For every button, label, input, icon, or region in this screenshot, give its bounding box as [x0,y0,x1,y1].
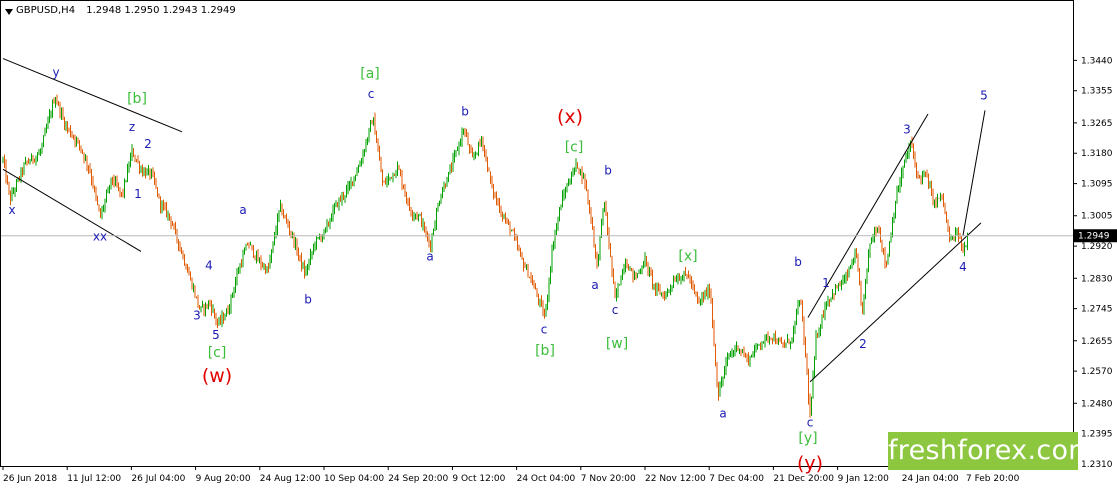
wave-label: [y] [798,431,817,447]
wave-label: a [591,278,598,292]
x-tick-label: 21 Dec 20:00 [773,474,834,484]
x-tick-label: 7 Dec 04:00 [709,474,764,484]
wave-label: c [807,415,814,429]
wave-label: [w] [606,336,628,352]
y-tick-label: 1.3265 [1081,119,1113,129]
wave-label: [b] [535,343,555,359]
x-tick-label: 24 Oct 04:00 [517,474,576,484]
x-tick-label: 9 Aug 20:00 [196,474,251,484]
wave-label: c [541,323,548,337]
wave-label: a [239,203,246,217]
ohlc-values: 1.2948 1.2950 1.2943 1.2949 [86,5,236,16]
wave-label: b [304,292,312,306]
wave-label: 3 [903,123,911,137]
y-tick-label: 1.3095 [1081,180,1113,190]
wave-label: 1 [134,187,142,201]
plot-frame [0,0,1074,467]
x-tick-label: 26 Jun 2018 [3,474,57,484]
wave-label: xx [93,230,107,244]
y-tick-label: 1.3355 [1081,87,1113,97]
y-tick-label: 1.2745 [1081,305,1113,315]
wave-label: 4 [959,260,967,274]
wave-label: (w) [202,365,232,387]
x-tick-label: 24 Aug 12:00 [260,474,321,484]
x-tick-label: 24 Sep 20:00 [388,474,448,484]
symbol-header: GBPUSD,H4 1.2948 1.2950 1.2943 1.2949 [5,5,236,16]
wave-label: y [52,65,59,79]
dropdown-triangle-icon[interactable] [5,9,13,15]
wave-label: b [604,164,612,178]
wave-label: a [719,407,726,421]
x-tick-label: 7 Nov 20:00 [581,474,636,484]
y-tick-label: 1.2920 [1081,242,1113,252]
wave-label: 5 [212,328,220,342]
wave-label: c [368,87,375,101]
last-price-label: 1.2949 [1078,232,1110,242]
x-tick-label: 26 Jul 04:00 [131,474,185,484]
x-tick-label: 10 Sep 04:00 [324,474,384,484]
wave-label: 4 [205,258,213,272]
wave-label: a [426,249,433,263]
wave-label: [x] [678,248,697,264]
y-tick-label: 1.3005 [1081,212,1113,222]
wave-label: z [129,120,135,134]
wave-label: (x) [557,106,583,128]
wave-label: 2 [859,337,867,351]
wave-label: b [794,255,802,269]
brand-watermark: freshforex.com [888,432,1095,470]
wave-label: b [461,105,469,119]
y-tick-label: 1.2655 [1081,337,1113,347]
x-tick-label: 22 Nov 12:00 [645,474,706,484]
wave-label: (y) [797,452,823,474]
wave-label: c [612,303,619,317]
price-chart[interactable]: yxxx[b]z21435[c](w)ab[a]cab (x)[c]bacc[b]… [0,0,1117,489]
y-tick-label: 1.2480 [1081,399,1113,409]
wave-label: [c] [208,345,227,361]
wave-label: 2 [144,137,152,151]
wave-label: 5 [980,89,988,103]
x-tick-label: 7 Feb 20:00 [966,474,1020,484]
price-axis: 1.3440 1.3355 1.3265 1.3180 1.3095 1.3005 1.29… [1073,56,1113,470]
x-tick-label: 11 Jul 12:00 [67,474,121,484]
wave-label: x [8,203,15,217]
wave-label: 3 [193,308,201,322]
x-tick-label: 9 Jan 12:00 [838,474,890,484]
wave-label: [c] [565,139,584,155]
x-tick-label: 24 Jan 04:00 [902,474,959,484]
y-tick-label: 1.2570 [1081,367,1113,377]
y-tick-label: 1.3180 [1081,149,1113,159]
wave-label: [a] [360,66,380,82]
wave-label: 1 [822,276,830,290]
y-tick-label: 1.2830 [1081,274,1113,284]
time-axis: 26 Jun 2018 11 Jul 12:00 26 Jul 04:00 9 Aug… [2,466,1020,484]
x-tick-label: 9 Oct 12:00 [452,474,505,484]
symbol-label: GBPUSD,H4 [16,5,76,16]
y-tick-label: 1.3440 [1081,56,1113,66]
wave-label: [b] [127,91,147,107]
